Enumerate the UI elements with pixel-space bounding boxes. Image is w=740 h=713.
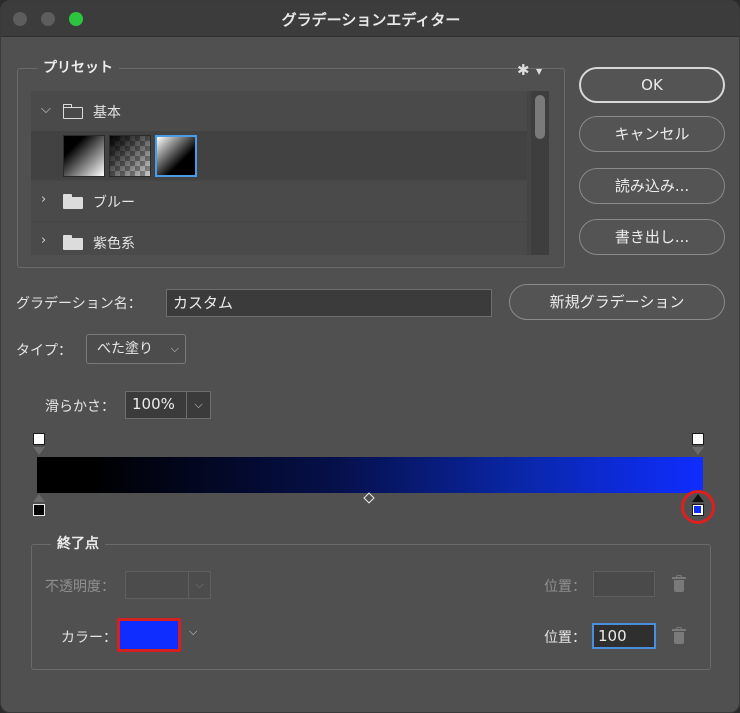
color-label: カラー： <box>61 630 117 646</box>
gear-icon[interactable]: ✱ <box>517 61 530 79</box>
type-select[interactable]: べた塗り ⌵ <box>86 334 186 364</box>
type-value: べた塗り <box>97 341 153 357</box>
opacity-stop-left[interactable] <box>33 433 45 445</box>
chevron-right-icon[interactable]: › <box>41 233 46 248</box>
opacity-stop-right-pointer[interactable] <box>692 447 704 455</box>
color-swatch[interactable] <box>117 618 181 652</box>
selected-stop-highlight <box>681 490 715 524</box>
load-button[interactable]: 読み込み... <box>579 168 725 204</box>
color-stop-left[interactable] <box>33 504 45 516</box>
preset-swatch-selected[interactable] <box>155 135 197 177</box>
color-position-label: 位置： <box>544 630 586 646</box>
color-position-input[interactable]: 100 <box>592 623 656 649</box>
gradient-name-label: グラデーション名： <box>16 296 142 312</box>
preset-folder-label: ブルー <box>93 195 135 211</box>
opacity-stop-right[interactable] <box>692 433 704 445</box>
gradient-name-input[interactable]: カスタム <box>166 289 492 317</box>
preset-swatch-black-transparent[interactable] <box>109 135 151 177</box>
preset-swatch-row <box>31 131 527 179</box>
chevron-right-icon[interactable]: › <box>41 192 46 207</box>
preset-legend: プリセット <box>37 57 119 77</box>
cancel-button[interactable]: キャンセル <box>579 116 725 152</box>
ok-button[interactable]: OK <box>579 67 725 103</box>
export-button[interactable]: 書き出し... <box>579 219 725 255</box>
window-title: グラデーションエディター <box>281 11 461 29</box>
preset-scrollbar[interactable] <box>531 91 549 255</box>
chevron-down-icon: ⌵ <box>188 572 210 598</box>
preset-folder-label: 基本 <box>93 105 121 121</box>
color-stop-left-pointer[interactable] <box>33 494 45 502</box>
smoothness-label: 滑らかさ： <box>45 399 115 415</box>
gradient-editor-window: グラデーションエディター プリセット ✱ ▼ ⌵ 基本 › ブルー › 紫色系 <box>0 0 740 713</box>
gradient-preview-bar[interactable] <box>37 457 703 493</box>
gradient-midpoint-diamond[interactable] <box>363 492 375 504</box>
end-point-legend: 終了点 <box>51 533 105 553</box>
folder-icon <box>63 194 83 209</box>
chevron-down-icon[interactable]: ▼ <box>536 67 542 76</box>
opacity-field: ⌵ <box>125 571 211 599</box>
chevron-down-icon[interactable]: ⌵ <box>41 102 51 117</box>
preset-swatch-black-white[interactable] <box>63 135 105 177</box>
opacity-position-label: 位置： <box>544 579 586 595</box>
smoothness-field[interactable]: 100% ⌵ <box>125 391 211 419</box>
chevron-down-icon[interactable]: ⌵ <box>189 625 197 639</box>
type-label: タイプ： <box>16 343 72 359</box>
opacity-label: 不透明度： <box>45 579 115 595</box>
preset-list[interactable]: ⌵ 基本 › ブルー › 紫色系 <box>31 91 549 255</box>
smoothness-value[interactable]: 100% <box>132 395 175 413</box>
preset-folder-basic[interactable]: ⌵ 基本 <box>31 91 527 131</box>
title-bar: グラデーションエディター <box>1 1 739 37</box>
folder-icon <box>63 235 83 250</box>
chevron-down-icon: ⌵ <box>170 342 179 355</box>
opacity-position-input <box>593 571 655 597</box>
preset-folder-blue[interactable]: › ブルー <box>31 181 527 221</box>
opacity-stop-left-pointer[interactable] <box>33 447 45 455</box>
new-gradient-button[interactable]: 新規グラデーション <box>509 284 725 320</box>
preset-folder-purple[interactable]: › 紫色系 <box>31 222 527 255</box>
folder-icon <box>63 104 83 119</box>
trash-icon <box>672 575 686 592</box>
preset-folder-label: 紫色系 <box>93 236 135 252</box>
preset-scroll-thumb[interactable] <box>535 95 545 139</box>
trash-icon[interactable] <box>672 627 686 644</box>
chevron-down-icon[interactable]: ⌵ <box>186 392 210 418</box>
